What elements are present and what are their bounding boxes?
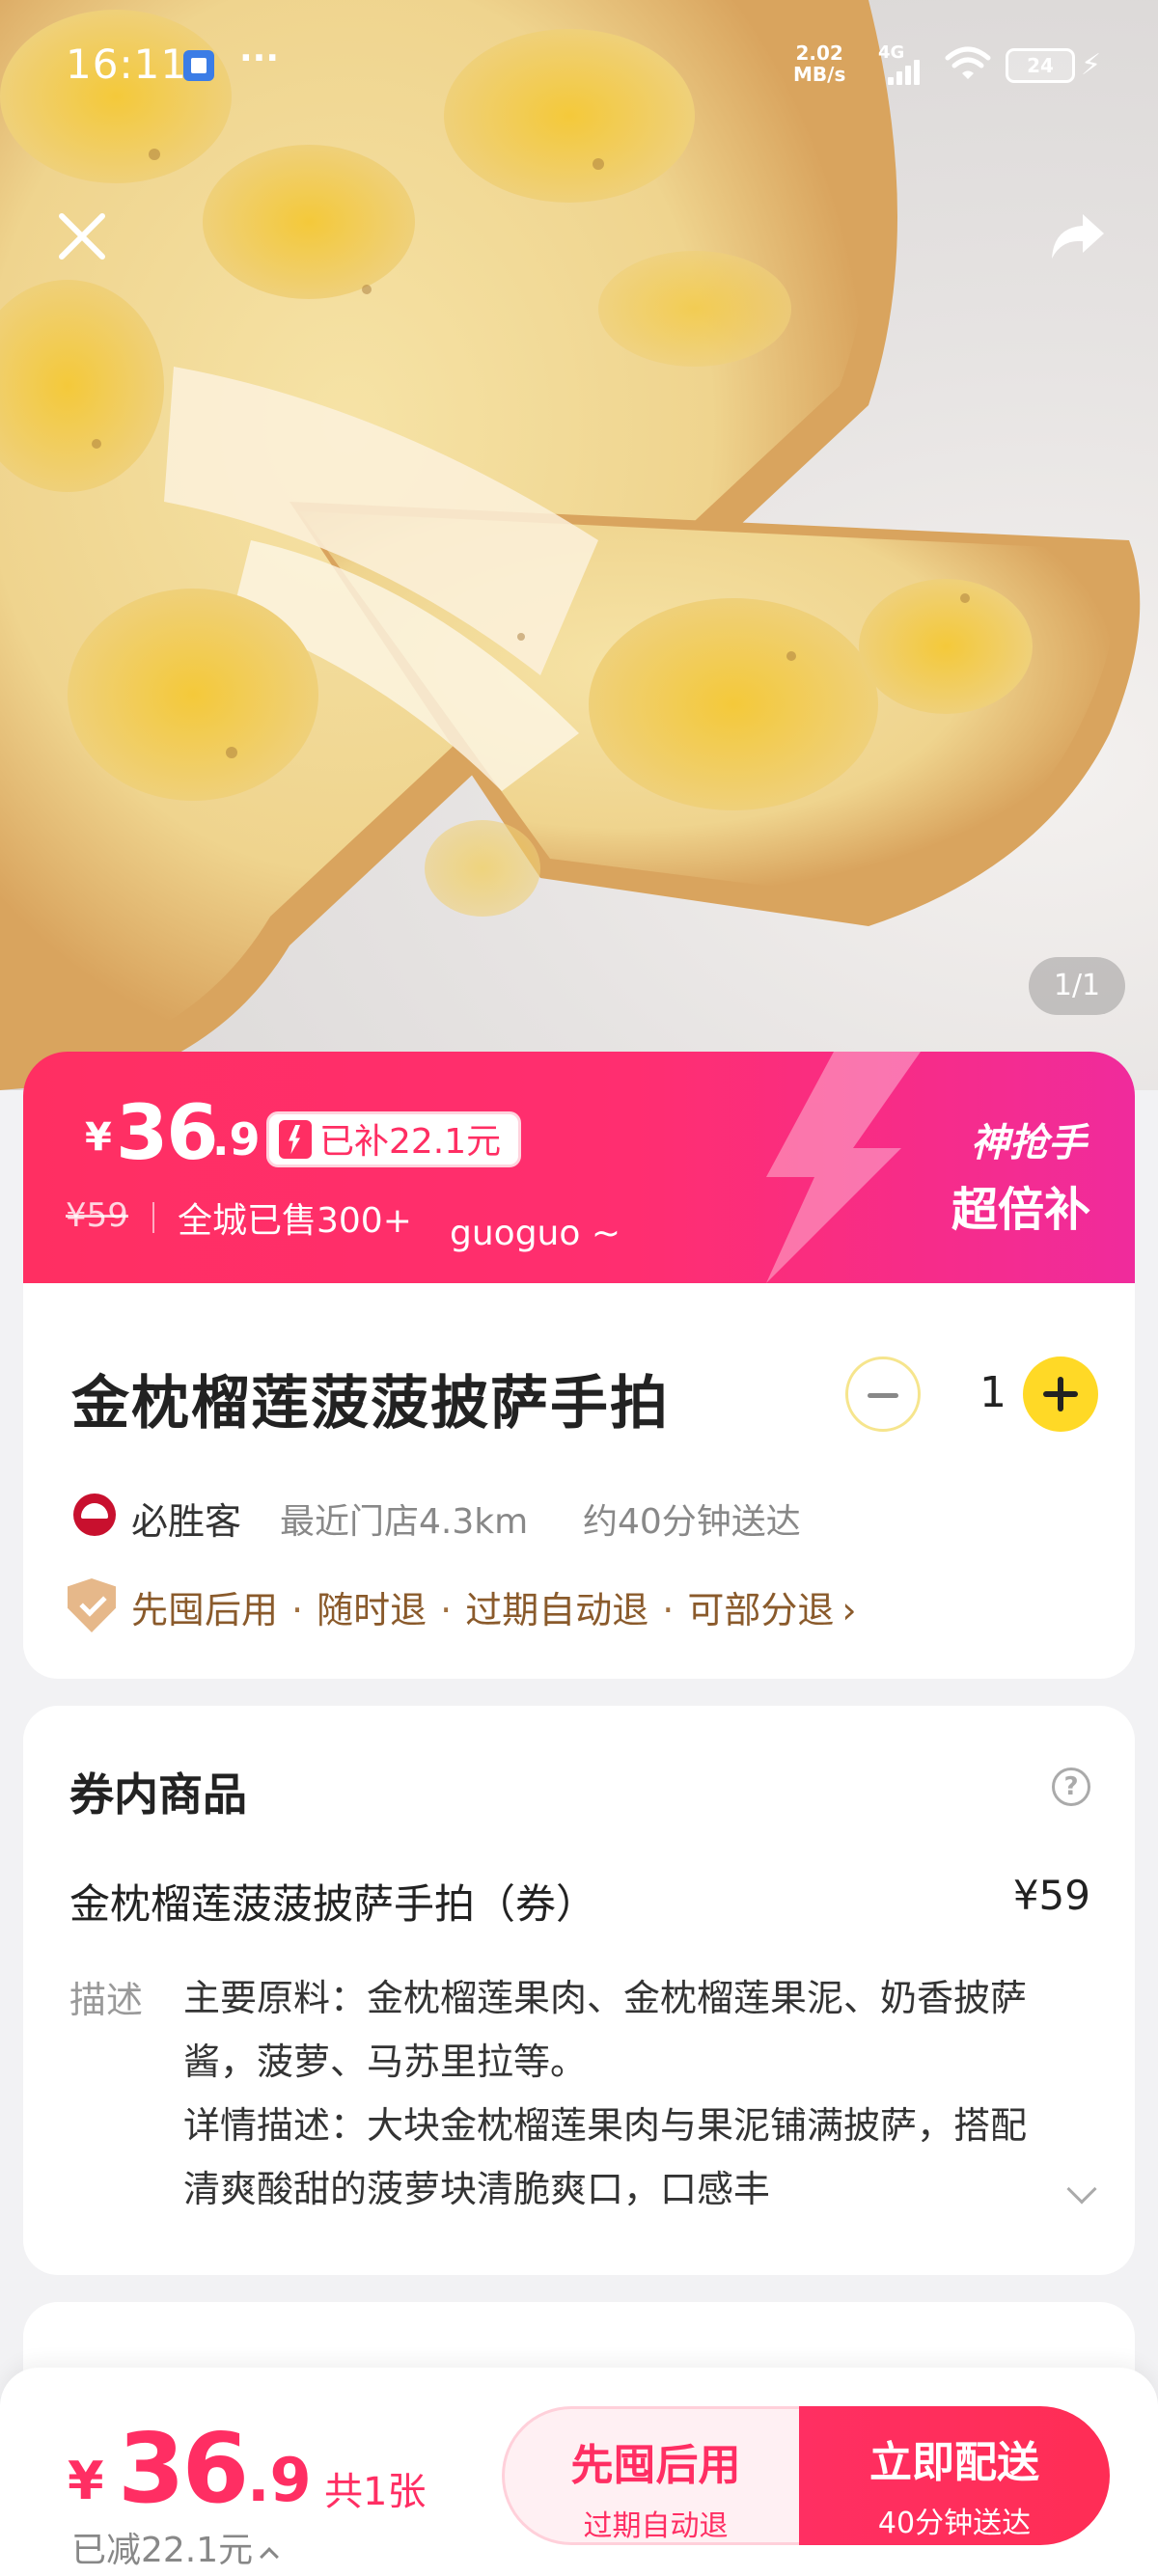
lightning-icon — [279, 1120, 312, 1159]
signal-strength-icon — [888, 58, 926, 85]
divider — [152, 1202, 154, 1233]
guarantee-item: 先囤后用 — [131, 1589, 279, 1631]
deliver-now-button[interactable]: 立即配送 40分钟送达 — [799, 2406, 1110, 2545]
discount-text: 已减22.1元 — [71, 2531, 254, 2570]
subsidy-badge: 已补22.1元 — [266, 1111, 522, 1167]
network-speed: 2.02 MB/s — [793, 42, 845, 85]
voucher-item-name: 金枕榴莲菠菠披萨手拍（券） — [69, 1880, 597, 1928]
delivery-eta: 约40分钟送达 — [583, 1502, 801, 1542]
banner-price-decimal: .9 — [212, 1113, 261, 1165]
description-label: 描述 — [69, 1979, 144, 2021]
chevron-up-icon — [260, 2547, 280, 2566]
charging-icon: ⚡ — [1081, 48, 1102, 82]
lightning-decoration-icon — [766, 1052, 921, 1283]
share-icon[interactable] — [1044, 203, 1112, 270]
product-info-card: 金枕榴莲菠菠披萨手拍 1 必胜客 最近门店4.3km 约40分钟送达 先囤后用 ·… — [23, 1279, 1135, 1679]
sold-count: 全城已售300+ — [178, 1201, 412, 1241]
promo-subtitle: 超倍补 — [951, 1183, 1090, 1237]
chevron-right-icon: › — [841, 1589, 857, 1631]
original-price: ¥59 — [66, 1196, 128, 1235]
total-price-integer: 36 — [118, 2412, 249, 2525]
description-line: 详情描述：大块金枕榴莲果肉与果泥铺满披萨，搭配清爽酸甜的菠萝块清脆爽口，口感丰 — [183, 2104, 1028, 2210]
quantity-decrease-button[interactable] — [845, 1357, 921, 1432]
quantity-increase-button[interactable] — [1023, 1357, 1098, 1432]
total-price-currency: ¥ — [68, 2451, 104, 2511]
status-time: 16:11 — [66, 41, 188, 88]
network-speed-unit: MB/s — [793, 63, 846, 86]
description-line: 主要原料：金枕榴莲果肉、金枕榴莲果泥、奶香披萨酱，菠萝、马苏里拉等。 — [183, 1977, 1028, 2083]
network-speed-value: 2.02 — [795, 41, 843, 65]
guarantee-item: 随时退 — [317, 1589, 427, 1631]
more-notifications-icon: ··· — [239, 39, 280, 78]
buy-later-label: 先囤后用 — [570, 2441, 741, 2490]
total-price-decimal: .9 — [247, 2445, 312, 2515]
close-icon[interactable] — [48, 203, 116, 270]
promo-title: 神抢手 — [971, 1121, 1087, 1165]
buy-later-sublabel: 过期自动退 — [583, 2509, 729, 2543]
guarantee-item: 过期自动退 — [465, 1589, 649, 1631]
shop-logo — [73, 1494, 116, 1536]
product-hero-image[interactable]: 1/1 — [0, 0, 1158, 1090]
section-title: 券内商品 — [69, 1768, 247, 1821]
buy-later-button[interactable]: 先囤后用 过期自动退 — [502, 2406, 807, 2545]
shop-name[interactable]: 必胜客 — [131, 1492, 241, 1545]
wifi-icon — [945, 46, 991, 79]
voucher-count: 共1张 — [324, 2470, 427, 2514]
app-notification-icon — [183, 50, 214, 81]
banner-price-currency: ¥ — [85, 1115, 112, 1160]
guarantee-row[interactable]: 先囤后用 · 随时退 · 过期自动退 · 可部分退 › — [131, 1580, 857, 1633]
user-tag: guoguo ~ — [450, 1214, 620, 1253]
deliver-now-sublabel: 40分钟送达 — [877, 2507, 1032, 2540]
product-title: 金枕榴莲菠菠披萨手拍 — [71, 1370, 670, 1438]
voucher-item-price: ¥59 — [1012, 1872, 1090, 1919]
image-counter: 1/1 — [1029, 957, 1125, 1015]
banner-price-integer: 36 — [116, 1090, 219, 1177]
deliver-now-label: 立即配送 — [869, 2438, 1039, 2487]
discount-detail-toggle[interactable]: 已减22.1元 — [71, 2522, 280, 2572]
shop-distance: 最近门店4.3km — [280, 1502, 529, 1542]
chevron-down-icon[interactable] — [1066, 2174, 1097, 2205]
shield-check-icon — [68, 1578, 116, 1632]
price-banner: ¥ 36 .9 已补22.1元 ¥59 全城已售300+ guoguo ~ 神抢… — [23, 1052, 1135, 1283]
status-bar: 16:11 ··· 2.02 MB/s 4G 24 ⚡ — [0, 0, 1158, 135]
pizza-photo — [0, 0, 1141, 1090]
guarantee-item: 可部分退 — [687, 1589, 835, 1631]
bottom-action-bar: ¥ 36 .9 共1张 已减22.1元 先囤后用 过期自动退 立即配送 40分钟… — [0, 2368, 1158, 2576]
battery-icon: 24 — [1006, 48, 1075, 83]
description-text: 主要原料：金枕榴莲果肉、金枕榴莲果泥、奶香披萨酱，菠萝、马苏里拉等。 详情描述：… — [183, 1966, 1033, 2221]
subsidy-text: 已补22.1元 — [319, 1122, 502, 1162]
voucher-contents-card: 券内商品 ? 金枕榴莲菠菠披萨手拍（券） ¥59 描述 主要原料：金枕榴莲果肉、… — [23, 1706, 1135, 2275]
help-icon[interactable]: ? — [1052, 1768, 1090, 1806]
